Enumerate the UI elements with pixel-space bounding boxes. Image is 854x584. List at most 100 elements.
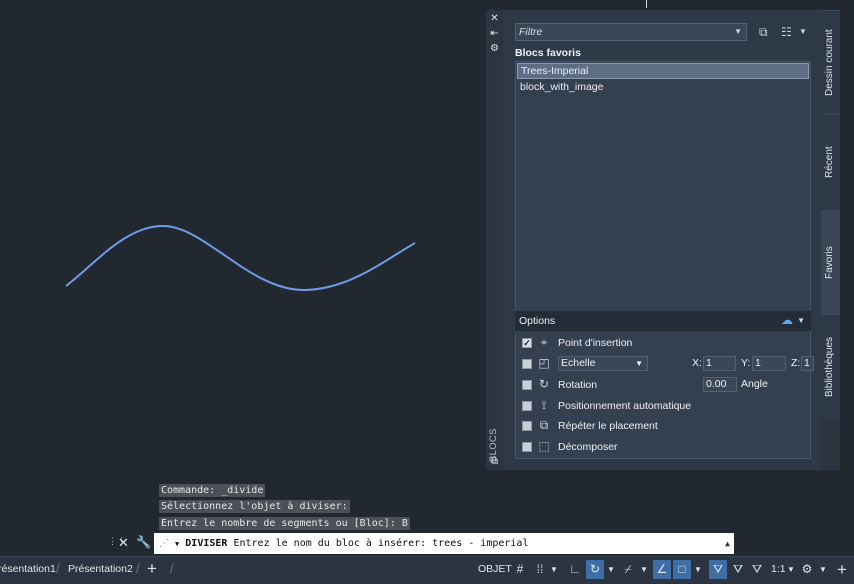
angle-label: Angle [741, 378, 768, 390]
explode-checkbox[interactable] [522, 442, 532, 452]
tab-separator: / [56, 561, 60, 576]
auto-placement-row: ⟟ Positionnement automatique [522, 398, 806, 414]
polar-tracking-icon[interactable]: ↻ [586, 560, 604, 579]
annotation-scale-icon[interactable]: ⛛ [748, 560, 766, 579]
z-label: Z: [791, 357, 801, 369]
chevron-down-icon: ▼ [635, 359, 643, 368]
section-title: Blocs favoris [515, 47, 581, 59]
options-header[interactable]: Options ☁ ▼ [515, 311, 811, 331]
object-mode-button[interactable]: OBJET [476, 560, 514, 579]
drag-handle-icon[interactable]: ⋮⋮ [108, 536, 126, 551]
insertion-point-icon: ⌖ [540, 335, 548, 349]
explode-label: Décomposer [558, 441, 618, 453]
snap-icon[interactable]: ⁞⁞ [531, 560, 549, 579]
chevron-down-icon[interactable]: ▼ [693, 560, 703, 579]
y-scale-input[interactable]: 1 [752, 356, 786, 371]
add-layout-icon[interactable]: + [147, 559, 157, 579]
chevron-down-icon[interactable]: ▼ [818, 560, 828, 579]
chevron-down-icon[interactable]: ▼ [606, 560, 616, 579]
close-icon[interactable]: ✕ [118, 535, 129, 551]
tab-separator: / [170, 561, 174, 576]
annotation-visibility-icon[interactable]: ⛛ [709, 560, 727, 579]
object-tracking-icon[interactable]: ∠ [653, 560, 671, 579]
chevron-down-icon[interactable]: ▼ [799, 24, 807, 40]
insertion-point-label: Point d'insertion [558, 337, 633, 349]
command-icon: ⋰ [159, 538, 169, 549]
properties-icon[interactable]: ⚙ [489, 43, 500, 54]
isodraft-icon[interactable]: ⌿ [619, 560, 637, 579]
wrench-icon[interactable]: 🔧 [136, 535, 151, 549]
command-line: ⋮⋮ ✕ 🔧 ⋰ ▼ DIVISER Entrez le nom du bloc… [108, 533, 734, 554]
history-line: Commande: _divide [159, 484, 266, 497]
filter-placeholder: Filtre [519, 26, 543, 38]
filter-combo[interactable]: Filtre ▼ [515, 23, 747, 41]
ortho-icon[interactable]: ∟ [566, 560, 584, 579]
explode-row: ⬚ Décomposer [522, 439, 806, 455]
customize-icon[interactable]: + [833, 560, 851, 579]
scale-select[interactable]: Echelle ▼ [558, 356, 648, 371]
auto-placement-checkbox[interactable] [522, 401, 532, 411]
repeat-placement-checkbox[interactable] [522, 421, 532, 431]
chevron-down-icon[interactable]: ▼ [639, 560, 649, 579]
command-input[interactable]: ⋰ ▼ DIVISER Entrez le nom du bloc à insé… [154, 533, 734, 554]
tab-label: Dessin courant [824, 29, 835, 96]
annotation-scale[interactable]: 1:1 [771, 560, 786, 579]
sine-spline[interactable] [0, 0, 480, 400]
repeat-placement-label: Répéter le placement [558, 420, 658, 432]
history-line: Sélectionnez l'objet à diviser: [159, 500, 350, 513]
list-item[interactable]: block_with_image [517, 80, 809, 96]
autohide-icon[interactable]: ⇤ [489, 28, 500, 39]
block-list[interactable]: Trees-Imperial block_with_image [515, 61, 811, 317]
x-scale-input[interactable]: 1 [703, 356, 736, 371]
layout-tab[interactable]: Présentation2 [68, 563, 133, 575]
auto-scale-icon[interactable]: ⛛ [729, 560, 747, 579]
cloud-sync-icon[interactable]: ☁ [781, 313, 793, 327]
blocks-palette-icon: ⧉ [490, 456, 499, 467]
rotation-checkbox[interactable] [522, 380, 532, 390]
chevron-down-icon[interactable]: ▼ [786, 560, 796, 579]
tab-current-drawing[interactable]: Dessin courant [821, 10, 840, 114]
chevron-down-icon[interactable]: ▼ [797, 316, 805, 325]
palette-titlebar[interactable]: ✕ ⇤ ⚙ BLOCS ⧉ [486, 10, 503, 470]
options-title: Options [519, 315, 556, 327]
tab-separator: / [136, 561, 140, 576]
chevron-down-icon[interactable]: ▼ [549, 560, 559, 579]
rotation-label: Rotation [558, 379, 598, 391]
chevron-down-icon[interactable]: ▼ [175, 540, 179, 548]
history-line: Entrez le nombre de segments ou [Bloc]: … [159, 517, 410, 530]
y-label: Y: [741, 357, 751, 369]
z-scale-input[interactable]: 1 [801, 356, 814, 371]
scale-select-value: Echelle [561, 357, 596, 369]
browse-block-icon[interactable]: ⧉ [759, 24, 768, 40]
scale-icon: ◰ [538, 356, 550, 370]
palette-tabs: Dessin courant Récent Favoris Bibliothèq… [821, 10, 840, 470]
repeat-placement-icon: ⧉ [539, 418, 549, 432]
x-label: X: [692, 357, 702, 369]
osnap-icon[interactable]: □ [673, 560, 691, 579]
repeat-placement-row: ⧉ Répéter le placement [522, 418, 806, 434]
rotate-icon: ↻ [538, 377, 550, 391]
crosshair-cursor [646, 0, 647, 8]
view-options-icon[interactable]: ☷ [781, 24, 792, 40]
angle-input[interactable]: 0.00 [703, 377, 737, 392]
layout-tab[interactable]: Présentation1 [0, 563, 56, 575]
close-icon[interactable]: ✕ [489, 13, 500, 24]
command-prompt: Entrez le nom du bloc à insérer: trees -… [233, 538, 529, 549]
options-panel: ✓ ⌖ Point d'insertion ◰ Echelle ▼ X: 1 Y… [515, 331, 814, 459]
tab-libraries[interactable]: Bibliothèques [821, 314, 840, 418]
rotation-row: ↻ Rotation 0.00 Angle [522, 377, 806, 393]
grid-icon[interactable]: # [511, 560, 529, 579]
tab-recent[interactable]: Récent [821, 114, 840, 210]
insertion-point-row: ✓ ⌖ Point d'insertion [522, 335, 806, 351]
status-bar: Présentation1 / Présentation2 / + / OBJE… [0, 556, 854, 584]
tab-favorites[interactable]: Favoris [821, 210, 840, 314]
insertion-point-checkbox[interactable]: ✓ [522, 338, 532, 348]
scale-checkbox[interactable] [522, 359, 532, 369]
list-item[interactable]: Trees-Imperial [517, 63, 809, 79]
tab-label: Récent [824, 146, 835, 179]
gear-icon[interactable]: ⚙ [798, 560, 816, 579]
tab-label: Bibliothèques [824, 336, 835, 397]
blocks-palette: Filtre ▼ ⧉ ☷ ▼ Blocs favoris Trees-Imper… [503, 10, 821, 470]
chevron-up-icon[interactable]: ▲ [725, 533, 730, 554]
command-name: DIVISER [185, 538, 228, 549]
